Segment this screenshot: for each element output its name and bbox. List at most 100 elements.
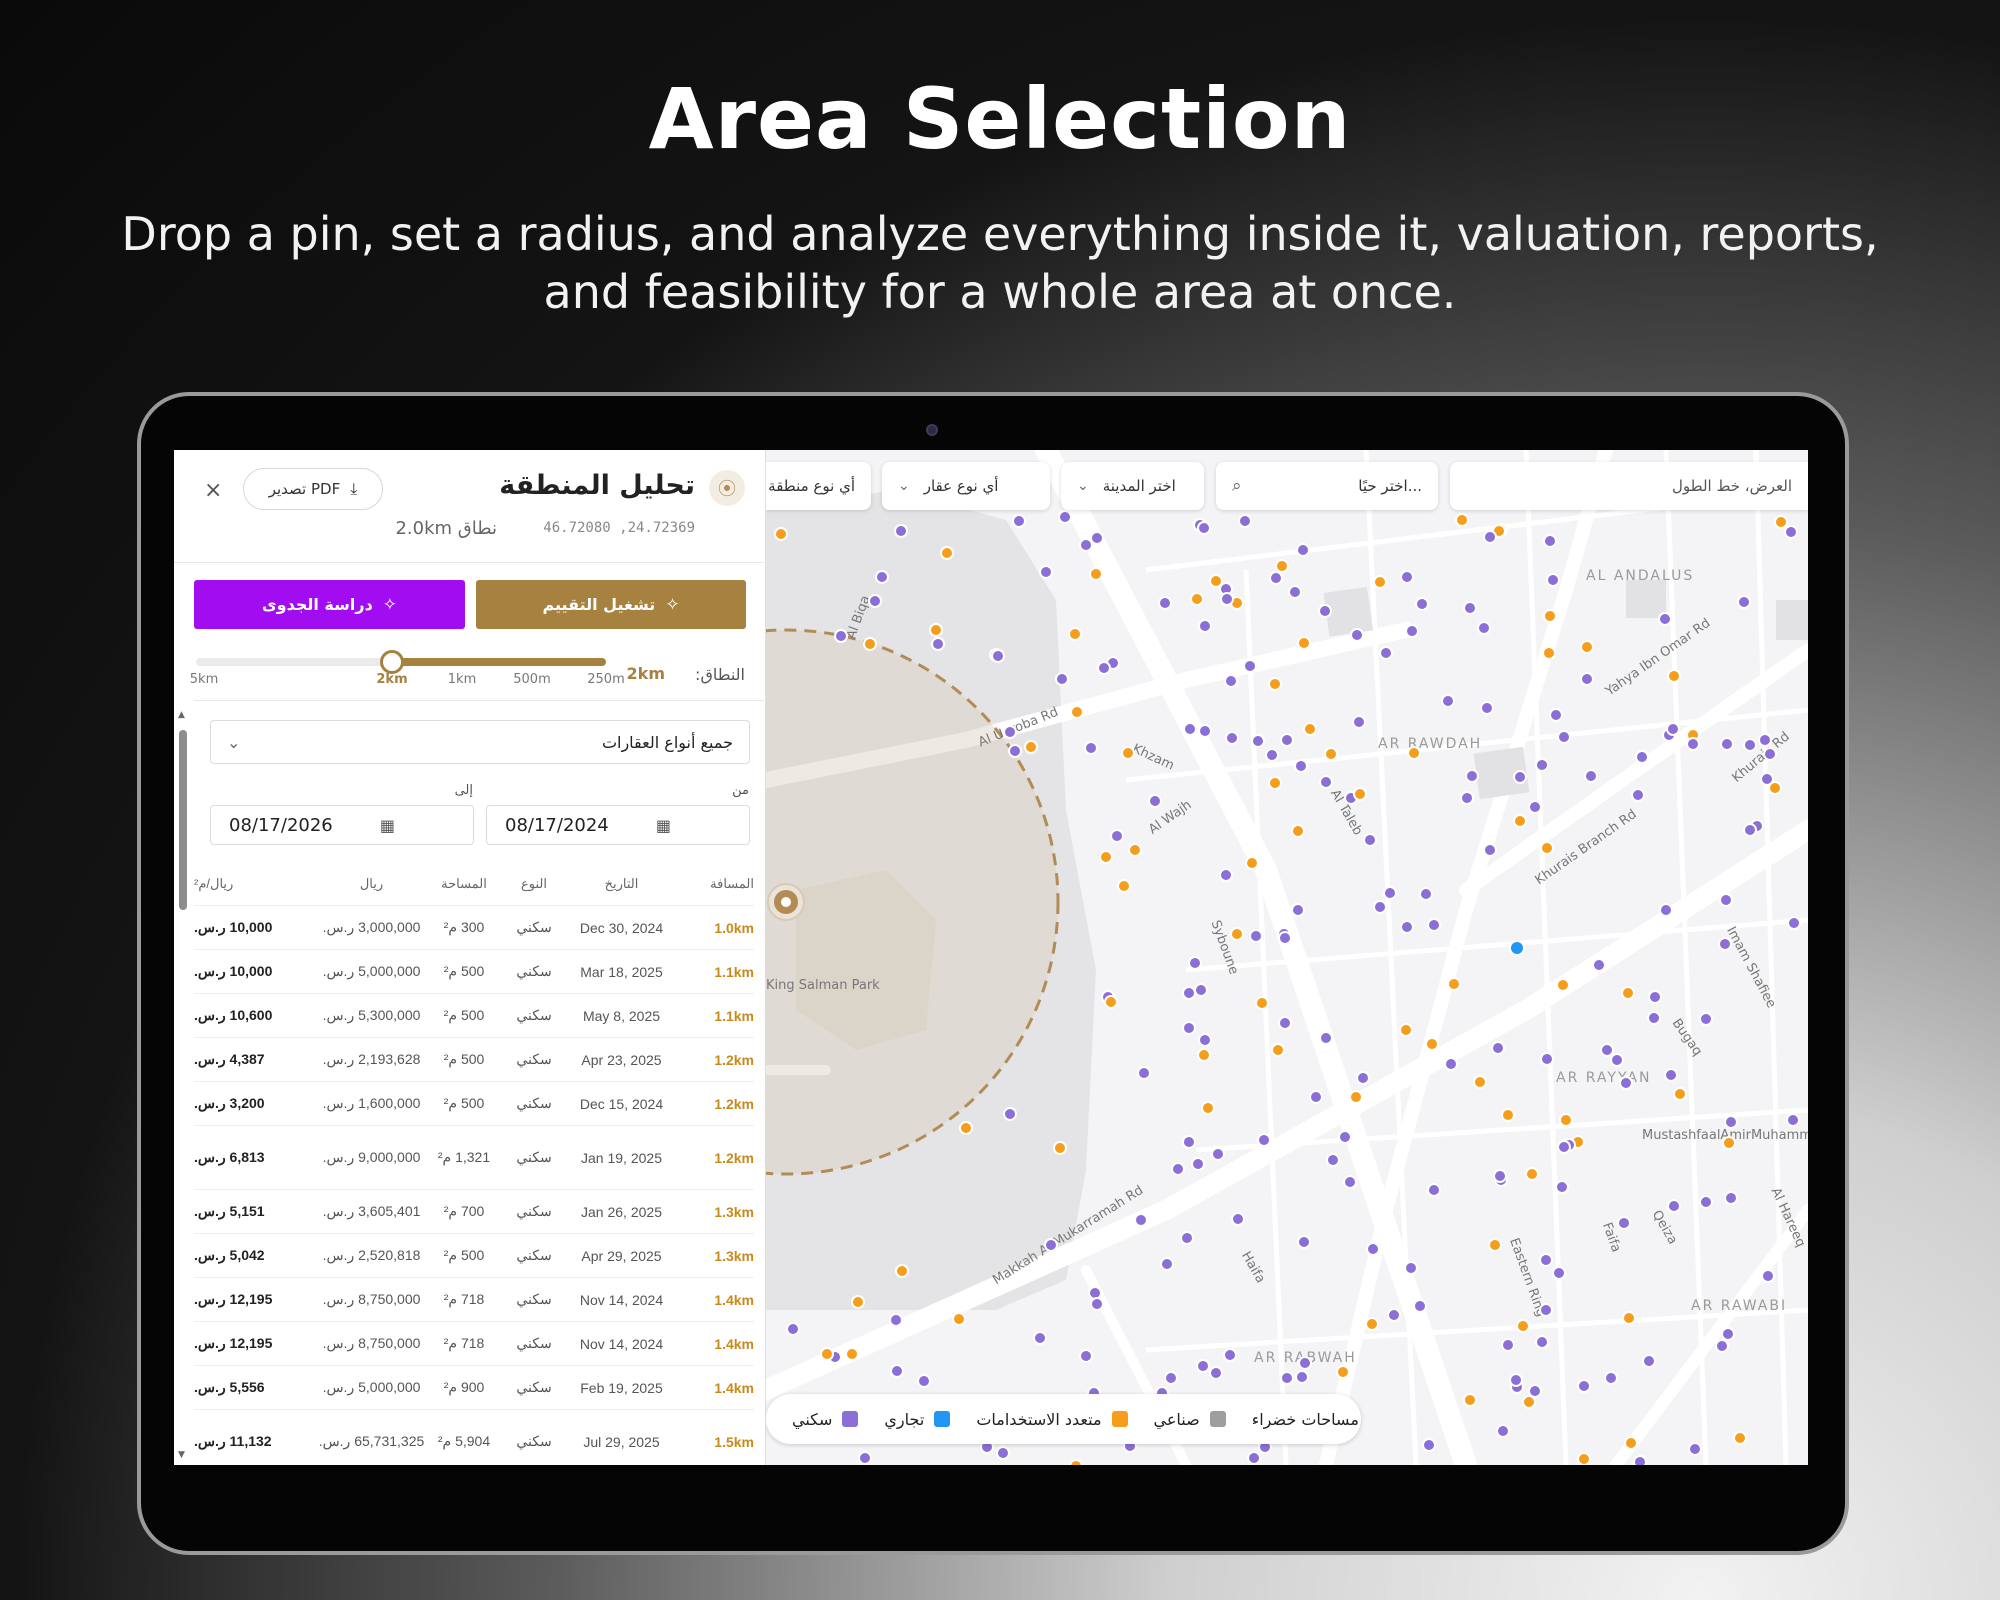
radius-tick[interactable]: 2km xyxy=(376,672,407,687)
table-row[interactable]: 1.3km Apr 29, 2025 سكني 500 م² 2,520,818 ر.س… xyxy=(194,1234,754,1278)
property-marker[interactable] xyxy=(1032,1330,1047,1345)
property-marker[interactable] xyxy=(1540,840,1555,855)
property-marker[interactable] xyxy=(1440,694,1455,709)
property-marker[interactable] xyxy=(1787,915,1802,930)
property-marker[interactable] xyxy=(1493,1168,1508,1183)
table-row[interactable]: 1.2km Dec 15, 2024 سكني 500 م² 1,600,000 ر.س… xyxy=(194,1082,754,1126)
property-marker[interactable] xyxy=(990,649,1005,664)
property-marker[interactable] xyxy=(1666,668,1681,683)
close-icon[interactable]: × xyxy=(204,478,222,503)
property-marker[interactable] xyxy=(1630,787,1645,802)
property-marker[interactable] xyxy=(1500,1108,1515,1123)
property-marker[interactable] xyxy=(1621,1311,1636,1326)
property-marker[interactable] xyxy=(1157,595,1172,610)
property-marker[interactable] xyxy=(1398,1023,1413,1038)
property-marker[interactable] xyxy=(1136,1066,1151,1081)
property-marker[interactable] xyxy=(889,1364,904,1379)
table-row[interactable]: 1.2km Jan 19, 2025 سكني 1,321 م² 9,000,000 ر… xyxy=(194,1126,754,1190)
property-marker[interactable] xyxy=(894,1263,909,1278)
property-marker[interactable] xyxy=(1277,1015,1292,1030)
property-marker[interactable] xyxy=(1543,533,1558,548)
property-marker[interactable] xyxy=(1096,661,1111,676)
property-marker[interactable] xyxy=(1250,734,1265,749)
property-marker[interactable] xyxy=(1500,1338,1515,1353)
export-pdf-button[interactable]: تصدير PDF ⤓ xyxy=(243,468,383,510)
property-marker[interactable] xyxy=(1556,729,1571,744)
legend-item-industrial[interactable]: صناعي xyxy=(1154,1410,1226,1429)
property-marker[interactable] xyxy=(1147,793,1162,808)
property-marker[interactable] xyxy=(1279,1371,1294,1386)
property-marker[interactable] xyxy=(1352,787,1367,802)
property-marker[interactable] xyxy=(1120,745,1135,760)
property-marker[interactable] xyxy=(1293,759,1308,774)
property-marker[interactable] xyxy=(1623,1435,1638,1450)
radius-tick[interactable]: 5km xyxy=(190,672,218,687)
property-marker[interactable] xyxy=(1463,1392,1478,1407)
property-marker[interactable] xyxy=(1577,1451,1592,1465)
property-marker[interactable] xyxy=(1352,714,1367,729)
property-marker[interactable] xyxy=(1666,1199,1681,1214)
property-marker[interactable] xyxy=(1197,619,1212,634)
property-marker[interactable] xyxy=(1720,736,1735,751)
property-marker[interactable] xyxy=(1225,730,1240,745)
property-marker[interactable] xyxy=(1198,723,1212,738)
property-marker[interactable] xyxy=(1090,530,1105,545)
property-marker[interactable] xyxy=(1527,1383,1542,1398)
property-marker[interactable] xyxy=(1632,1455,1647,1465)
property-marker[interactable] xyxy=(1699,1011,1714,1026)
property-marker[interactable] xyxy=(1599,1042,1614,1057)
property-marker[interactable] xyxy=(1099,849,1114,864)
property-marker[interactable] xyxy=(888,1312,903,1327)
property-marker[interactable] xyxy=(858,1451,873,1465)
property-marker[interactable] xyxy=(1462,600,1477,615)
property-marker[interactable] xyxy=(939,545,954,560)
property-marker[interactable] xyxy=(1556,1140,1571,1155)
radius-slider[interactable] xyxy=(196,650,606,674)
property-marker[interactable] xyxy=(1238,513,1253,528)
feasibility-study-button[interactable]: ✧ دراسة الجدوى xyxy=(194,580,465,629)
zone-type-filter[interactable]: أي نوع منطقة xyxy=(766,462,871,510)
property-marker[interactable] xyxy=(1539,1051,1554,1066)
property-marker[interactable] xyxy=(1271,1042,1286,1057)
property-marker[interactable] xyxy=(1665,722,1680,737)
radius-tick[interactable]: 250m xyxy=(587,672,624,687)
property-marker[interactable] xyxy=(1383,885,1398,900)
property-marker[interactable] xyxy=(1407,745,1422,760)
property-marker[interactable] xyxy=(1657,611,1672,626)
property-marker[interactable] xyxy=(1718,893,1733,908)
property-marker[interactable] xyxy=(1268,775,1283,790)
property-marker[interactable] xyxy=(1763,746,1778,761)
district-search[interactable]: ⌕ اختر حيًا... xyxy=(1216,462,1438,510)
city-filter[interactable]: ⌄ اختر المدينة xyxy=(1061,462,1204,510)
commercial-property-marker[interactable] xyxy=(1509,940,1525,956)
property-marker[interactable] xyxy=(1183,722,1198,737)
property-marker[interactable] xyxy=(1134,1212,1149,1227)
property-marker[interactable] xyxy=(1742,823,1757,837)
property-marker[interactable] xyxy=(1404,623,1419,638)
property-marker[interactable] xyxy=(1541,646,1556,661)
property-marker[interactable] xyxy=(930,636,945,651)
header-price-per-meter[interactable]: ريال/م² xyxy=(194,876,314,892)
legend-item-green[interactable]: مساحات خضراء xyxy=(1252,1410,1361,1429)
header-price[interactable]: ريال xyxy=(314,876,429,892)
property-marker[interactable] xyxy=(1512,769,1527,784)
property-marker[interactable] xyxy=(1246,1450,1261,1465)
property-marker[interactable] xyxy=(1616,1216,1631,1231)
property-marker[interactable] xyxy=(1084,740,1099,755)
property-marker[interactable] xyxy=(1487,1237,1502,1252)
property-marker[interactable] xyxy=(1399,919,1414,934)
to-date-input[interactable]: 08/17/2026 ▦ xyxy=(210,805,474,845)
property-marker[interactable] xyxy=(1783,524,1798,539)
property-marker[interactable] xyxy=(1208,573,1223,588)
property-marker[interactable] xyxy=(1767,781,1782,796)
property-marker[interactable] xyxy=(1007,744,1022,759)
property-marker[interactable] xyxy=(819,1346,834,1361)
property-marker[interactable] xyxy=(1687,1442,1702,1457)
property-marker[interactable] xyxy=(1372,574,1387,589)
property-marker[interactable] xyxy=(1580,639,1595,654)
property-marker[interactable] xyxy=(1197,520,1212,535)
property-marker[interactable] xyxy=(1524,1166,1539,1181)
property-marker[interactable] xyxy=(1011,513,1026,528)
calendar-icon[interactable]: ▦ xyxy=(380,816,395,835)
property-marker[interactable] xyxy=(1195,1359,1210,1374)
